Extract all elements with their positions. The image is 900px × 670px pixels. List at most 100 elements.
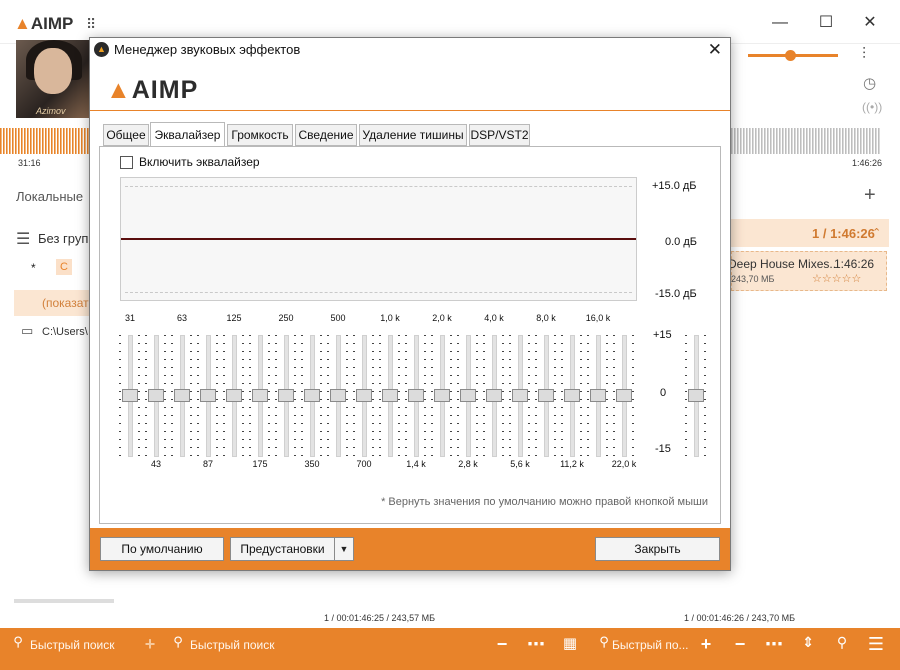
eq-band-thumb[interactable]: [382, 389, 398, 402]
add-icon[interactable]: +: [140, 634, 160, 655]
enable-equalizer-label[interactable]: Включить эквалайзер: [139, 155, 260, 169]
group-label[interactable]: Без груп: [38, 231, 88, 246]
eq-band-thumb[interactable]: [148, 389, 164, 402]
freq-label-top: 31: [124, 313, 135, 323]
menu-icon[interactable]: ☰: [866, 634, 886, 655]
preamp-slider[interactable]: [684, 325, 708, 465]
freq-label-top: 500: [330, 313, 346, 323]
freq-label-bottom: 1,4 k: [406, 459, 426, 469]
eq-band-thumb[interactable]: [486, 389, 502, 402]
eq-band-slider[interactable]: [560, 325, 584, 465]
eq-band-slider[interactable]: [482, 325, 506, 465]
waveform-played[interactable]: [0, 128, 89, 154]
folder-icon: ▭: [21, 323, 34, 338]
eq-band-thumb[interactable]: [512, 389, 528, 402]
eq-band-thumb[interactable]: [538, 389, 554, 402]
dialog-brand-logo: ▲AIMP: [106, 76, 199, 104]
minimize-button[interactable]: —: [766, 12, 794, 34]
sidebar-scrollbar[interactable]: [14, 599, 114, 603]
eq-band-thumb[interactable]: [252, 389, 268, 402]
tab-dsp-vst[interactable]: DSP/VST2: [469, 124, 530, 146]
default-button[interactable]: По умолчанию: [100, 537, 224, 561]
eq-band-thumb[interactable]: [460, 389, 476, 402]
freq-label-top: 63: [176, 313, 187, 323]
more-icon[interactable]: ⋯: [764, 634, 784, 655]
eq-band-thumb[interactable]: [304, 389, 320, 402]
eq-band-slider[interactable]: [222, 325, 246, 465]
local-library-label[interactable]: Локальные: [16, 189, 83, 204]
eq-band-slider[interactable]: [378, 325, 402, 465]
sort-icon[interactable]: ⇕: [798, 634, 818, 651]
eq-band-slider[interactable]: [534, 325, 558, 465]
tab-mixing[interactable]: Сведение: [295, 124, 357, 146]
eq-band-thumb[interactable]: [278, 389, 294, 402]
db-label-top: +15.0 дБ: [652, 180, 697, 192]
quick-search-2[interactable]: Быстрый поиск: [190, 638, 274, 652]
remove-icon[interactable]: −: [492, 634, 512, 655]
eq-band-thumb[interactable]: [434, 389, 450, 402]
quick-search-3[interactable]: Быстрый по...: [612, 638, 689, 652]
eq-band-thumb[interactable]: [356, 389, 372, 402]
eq-band-thumb[interactable]: [122, 389, 138, 402]
rating-stars[interactable]: ☆☆☆☆☆: [812, 272, 861, 285]
equalizer-panel: Включить эквалайзер +15.0 дБ 0.0 дБ -15.…: [99, 146, 721, 524]
eq-band-thumb[interactable]: [226, 389, 242, 402]
eq-band-thumb[interactable]: [200, 389, 216, 402]
grid-icon[interactable]: ▦: [560, 634, 580, 652]
eq-band-slider[interactable]: [508, 325, 532, 465]
add-icon[interactable]: +: [696, 634, 716, 655]
tab-equalizer[interactable]: Эквалайзер: [150, 122, 225, 147]
eq-band-slider[interactable]: [170, 325, 194, 465]
eq-band-thumb[interactable]: [408, 389, 424, 402]
collapse-icon[interactable]: ⌃: [872, 226, 881, 239]
eq-band-slider[interactable]: [248, 325, 272, 465]
eq-band-slider[interactable]: [300, 325, 324, 465]
list-icon[interactable]: ☰: [16, 229, 30, 249]
tab-silence-removal[interactable]: Удаление тишины: [359, 124, 467, 146]
tab-volume[interactable]: Громкость: [227, 124, 293, 146]
clock-icon[interactable]: ◷: [863, 74, 876, 92]
find-icon[interactable]: ⚲: [832, 634, 852, 651]
close-dialog-button[interactable]: Закрыть: [595, 537, 720, 561]
menu-grid-icon[interactable]: ⠿: [86, 16, 96, 33]
remove-icon[interactable]: −: [730, 634, 750, 655]
freq-label-bottom: 175: [252, 459, 268, 469]
quick-search-1[interactable]: Быстрый поиск: [30, 638, 114, 652]
track-duration: 1:46:26: [834, 257, 875, 271]
enable-equalizer-checkbox[interactable]: [120, 156, 133, 169]
maximize-button[interactable]: ☐: [812, 12, 840, 34]
eq-band-slider[interactable]: [118, 325, 142, 465]
range-label-bot: -15: [655, 443, 671, 455]
presets-dropdown-arrow[interactable]: ▼: [334, 537, 354, 561]
eq-band-thumb[interactable]: [590, 389, 606, 402]
presets-button[interactable]: Предустановки: [230, 537, 335, 561]
add-playlist-icon[interactable]: +: [864, 184, 876, 207]
range-label-top: +15: [653, 329, 672, 341]
eq-band-slider[interactable]: [352, 325, 376, 465]
eq-band-thumb[interactable]: [616, 389, 632, 402]
eq-band-slider[interactable]: [612, 325, 636, 465]
volume-thumb[interactable]: [785, 50, 796, 61]
preamp-thumb[interactable]: [688, 389, 704, 402]
eq-band-thumb[interactable]: [330, 389, 346, 402]
c-badge[interactable]: С: [56, 259, 72, 275]
freq-label-top: 16,0 k: [585, 313, 611, 323]
eq-band-slider[interactable]: [430, 325, 454, 465]
more-icon[interactable]: ⋯: [526, 634, 546, 655]
eq-band-slider[interactable]: [404, 325, 428, 465]
eq-band-slider[interactable]: [326, 325, 350, 465]
waveform-rest[interactable]: [731, 128, 881, 154]
folder-path[interactable]: C:\Users\: [42, 326, 88, 338]
eq-band-slider[interactable]: [144, 325, 168, 465]
freq-label-bottom: 11,2 k: [560, 459, 584, 469]
dialog-close-button[interactable]: ✕: [708, 40, 722, 60]
close-button[interactable]: ✕: [856, 12, 884, 34]
eq-band-slider[interactable]: [586, 325, 610, 465]
eq-band-slider[interactable]: [196, 325, 220, 465]
tab-general[interactable]: Общее: [103, 124, 149, 146]
equalizer-icon[interactable]: ⫶: [862, 46, 866, 64]
eq-band-thumb[interactable]: [174, 389, 190, 402]
eq-band-slider[interactable]: [456, 325, 480, 465]
eq-band-thumb[interactable]: [564, 389, 580, 402]
eq-band-slider[interactable]: [274, 325, 298, 465]
